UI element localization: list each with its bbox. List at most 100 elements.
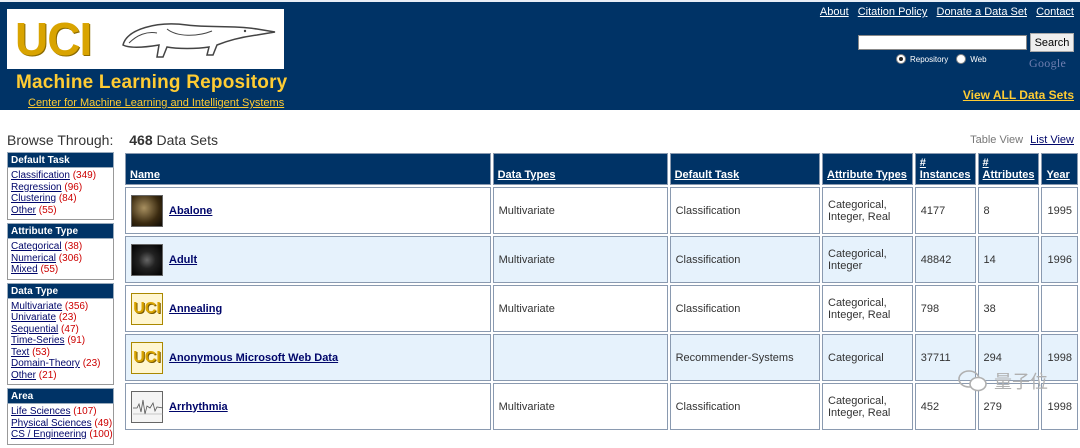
col-data-types[interactable]: Data Types [492,153,668,185]
sidebar-section-list: Multivariate (356) Univariate (23) Sequent… [7,298,114,385]
sidebar-section-list: Life Sciences (107) Physical Sciences (49… [7,404,114,445]
dataset-thumbnail[interactable] [131,243,163,276]
dataset-thumbnail[interactable]: UCI [131,292,163,325]
list-view-link[interactable]: List View [1030,134,1074,146]
cell-default-task: Recommender-Systems [669,334,820,381]
sidebar-filter-count: (107) [73,406,97,417]
filter-sidebar: Default Task Classification (349) Regressi… [7,152,114,448]
view-all-link[interactable]: View ALL Data Sets [963,88,1074,102]
cell-year: 1995 [1041,187,1078,234]
sidebar-filter-link[interactable]: Classification [11,170,70,181]
sidebar-filter-link[interactable]: Categorical [11,241,62,252]
top-links: About Citation Policy Donate a Data Set … [814,6,1074,18]
radio-repository-label: Repository [910,54,949,64]
sidebar-section-title: Data Type [7,282,114,299]
col-instances[interactable]: # Instances [914,153,976,185]
datasets-table: Name Data Types Default Task Attribute T… [123,151,1080,432]
col-instances-link[interactable]: # Instances [920,157,971,181]
uci-logo[interactable]: UCI [7,9,284,69]
col-name[interactable]: Name [125,153,491,185]
cell-name: UCI Anonymous Microsoft Web Data [125,334,491,381]
col-name-link[interactable]: Name [130,169,160,181]
col-default-task-link[interactable]: Default Task [675,169,740,181]
sidebar-filter-item: Clustering (84) [11,193,110,205]
radio-web[interactable] [956,54,967,64]
sidebar-filter-link[interactable]: Other [11,205,36,216]
sidebar-filter-count: (23) [58,312,77,323]
site-subtitle-link[interactable]: Center for Machine Learning and Intellig… [28,97,284,109]
sidebar-filter-item: Text (53) [11,347,110,359]
sidebar-section-title: Area [7,388,114,404]
sidebar-filter-link[interactable]: Univariate [11,312,56,323]
sidebar-filter-count: (49) [94,417,113,429]
cell-data-types: Multivariate [492,383,668,430]
dataset-count: 468 [129,132,153,148]
donate-link[interactable]: Donate a Data Set [937,6,1028,18]
site-title: Machine Learning Repository [16,72,288,93]
col-year[interactable]: Year [1041,153,1078,185]
col-attribute-types[interactable]: Attribute Types [822,153,913,185]
cell-data-types: Multivariate [492,187,668,234]
sidebar-filter-link[interactable]: Regression [11,182,62,193]
sidebar-filter-count: (84) [58,193,77,204]
cell-instances: 4177 [914,187,976,234]
dataset-name-link[interactable]: Anonymous Microsoft Web Data [169,352,338,364]
sidebar-filter-link[interactable]: Life Sciences [11,406,70,417]
dataset-thumbnail[interactable] [131,194,163,227]
table-row: Arrhythmia Multivariate Classification Cate… [125,383,1078,430]
watermark-text: 量子位 [994,372,1048,392]
about-link[interactable]: About [820,6,849,18]
site-header: UCI Machine Learning Repository Center f… [0,0,1080,110]
col-default-task[interactable]: Default Task [669,153,820,185]
col-attributes-link[interactable]: # Attributes [983,157,1035,181]
dataset-name-link[interactable]: Adult [169,254,197,266]
sidebar-filter-link[interactable]: Numerical [11,253,56,264]
dataset-thumbnail[interactable]: UCI [131,341,163,374]
col-year-link[interactable]: Year [1046,169,1069,181]
search-button[interactable]: Search [1030,33,1074,52]
logo-text: UCI [15,13,92,65]
contact-link[interactable]: Contact [1036,6,1074,18]
table-header-row: Name Data Types Default Task Attribute T… [125,153,1078,185]
search-scope: Repository Web [896,54,995,64]
sidebar-filter-link[interactable]: Physical Sciences [11,418,92,429]
dataset-name-link[interactable]: Abalone [169,205,212,217]
sidebar-filter-count: (306) [58,252,83,264]
sidebar-filter-link[interactable]: Mixed [11,264,38,275]
cell-instances: 798 [914,285,976,332]
cell-data-types: Multivariate [492,236,668,283]
sidebar-filter-count: (53) [32,346,50,358]
table-view-label: Table View [970,134,1024,146]
sidebar-filter-item: Univariate (23) [11,312,110,324]
col-data-types-link[interactable]: Data Types [498,169,556,181]
cell-name: Abalone [125,187,491,234]
sidebar-filter-link[interactable]: Sequential [11,324,58,335]
col-attributes[interactable]: # Attributes [977,153,1040,185]
cell-attribute-types: Categorical, Integer, Real [822,187,913,234]
sidebar-filter-count: (91) [67,335,86,346]
radio-repository[interactable] [896,54,906,64]
sidebar-filter-link[interactable]: Multivariate [11,301,62,312]
table-row: Abalone Multivariate Classification Categor… [125,187,1078,234]
sidebar-section-title: Attribute Type [7,223,114,239]
sidebar-filter-link[interactable]: Domain-Theory [11,358,80,369]
browse-label: Browse Through: [7,132,114,148]
sidebar-filter-count: (21) [38,369,57,381]
citation-policy-link[interactable]: Citation Policy [858,6,928,18]
sidebar-filter-item: Sequential (47) [11,324,110,336]
col-attribute-types-link[interactable]: Attribute Types [827,169,907,181]
cell-data-types: Multivariate [492,285,668,332]
cell-attribute-types: Categorical [822,334,913,381]
sidebar-filter-count: (55) [38,204,57,216]
sidebar-filter-link[interactable]: Time-Series [11,335,65,346]
cell-instances: 48842 [914,236,976,283]
dataset-name-link[interactable]: Annealing [169,303,222,315]
dataset-name-link[interactable]: Arrhythmia [169,401,228,413]
table-row: UCI Annealing Multivariate Classification Ca… [125,285,1078,332]
search-input[interactable] [858,35,1027,50]
dataset-thumbnail[interactable] [131,390,164,423]
sidebar-filter-link[interactable]: Text [11,347,29,358]
sidebar-filter-link[interactable]: Other [11,370,36,381]
sidebar-filter-link[interactable]: Clustering [11,193,56,204]
sidebar-filter-count: (96) [64,181,83,193]
